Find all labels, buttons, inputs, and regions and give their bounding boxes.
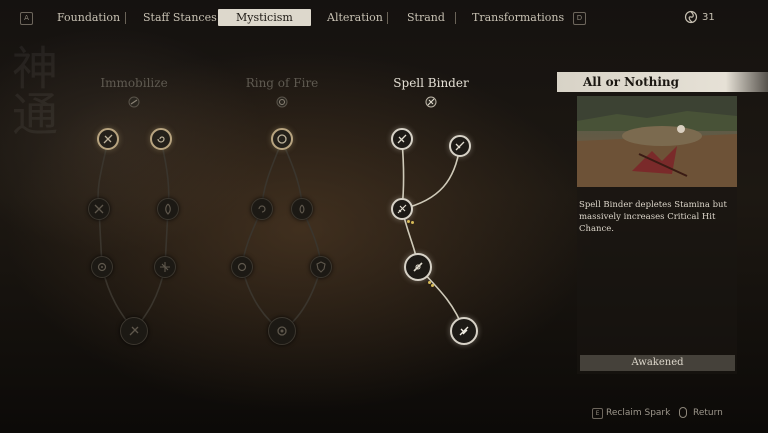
binding-strike-icon xyxy=(397,134,407,144)
skill-node-ring-of-fire-2[interactable] xyxy=(251,198,273,220)
ring-icon xyxy=(237,262,247,272)
skill-description: Spell Binder depletes Stamina but massiv… xyxy=(579,200,727,234)
all-or-nothing-icon xyxy=(459,326,469,336)
skill-node-immobilize-2[interactable] xyxy=(150,128,172,150)
staff-strike-icon xyxy=(103,134,113,144)
skill-node-immobilize-7[interactable] xyxy=(120,317,148,345)
skill-title: All or Nothing xyxy=(583,75,680,89)
skill-node-ring-of-fire-3[interactable] xyxy=(291,198,313,220)
fire-ring-icon xyxy=(277,134,287,144)
skill-detail-panel: All or Nothing Spell Binder depletes Sta… xyxy=(557,72,768,377)
skill-node-ring-of-fire-6[interactable] xyxy=(268,317,296,345)
skill-node-spell-binder-4[interactable] xyxy=(404,253,432,281)
flame-icon xyxy=(165,203,171,215)
shield-icon xyxy=(316,261,326,273)
skill-node-all-or-nothing[interactable] xyxy=(450,317,478,345)
cross-strike-icon xyxy=(94,204,104,214)
skill-node-immobilize-1[interactable] xyxy=(97,128,119,150)
skill-node-ring-of-fire-5[interactable] xyxy=(310,256,332,278)
return-button[interactable]: Return xyxy=(693,408,723,418)
talisman-icon xyxy=(455,141,465,151)
seal-icon xyxy=(129,326,139,336)
skill-status-awakened: Awakened xyxy=(580,355,735,371)
chained-staff-icon xyxy=(397,204,407,214)
burst-icon xyxy=(160,262,170,272)
preview-scene xyxy=(577,96,737,187)
mouse-icon xyxy=(679,407,687,418)
spent-points-indicator xyxy=(428,281,436,287)
skill-node-ring-of-fire-1[interactable] xyxy=(271,128,293,150)
skill-node-immobilize-4[interactable] xyxy=(157,198,179,220)
pierce-icon xyxy=(413,262,423,272)
swirl-icon xyxy=(258,205,266,213)
vortex-icon xyxy=(97,262,107,272)
skill-node-immobilize-6[interactable] xyxy=(154,256,176,278)
spiral-icon xyxy=(157,136,165,143)
skill-preview-image xyxy=(577,96,737,187)
ember-icon xyxy=(299,204,305,214)
spent-points-indicator xyxy=(407,220,415,224)
reclaim-spark-key[interactable]: E xyxy=(592,408,603,419)
panel-header: All or Nothing xyxy=(557,72,768,92)
skill-node-immobilize-5[interactable] xyxy=(91,256,113,278)
skill-node-spell-binder-3[interactable] xyxy=(391,198,413,220)
skill-node-ring-of-fire-4[interactable] xyxy=(231,256,253,278)
inferno-icon xyxy=(277,326,287,336)
skill-node-spell-binder-1[interactable] xyxy=(391,128,413,150)
skill-node-spell-binder-2[interactable] xyxy=(449,135,471,157)
skill-node-immobilize-3[interactable] xyxy=(88,198,110,220)
reclaim-spark-button[interactable]: Reclaim Spark xyxy=(606,408,670,418)
